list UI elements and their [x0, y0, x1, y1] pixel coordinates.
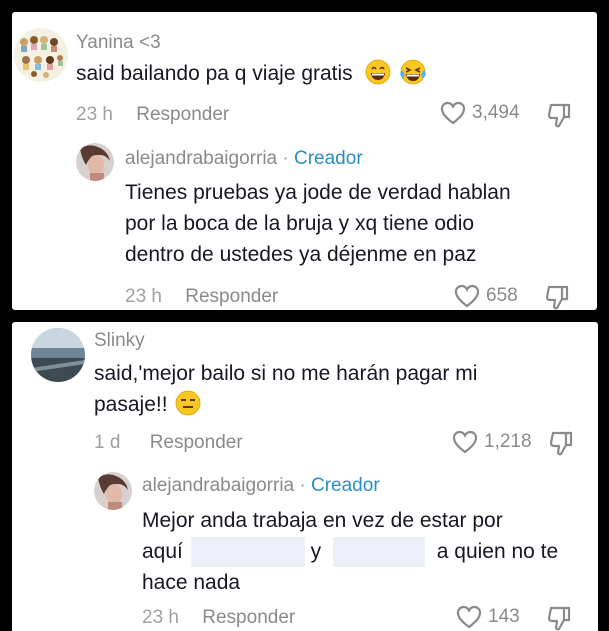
heart-outline-icon [452, 430, 478, 454]
reply-time: 23 h [142, 607, 179, 628]
reply-text-segment: aquí [142, 540, 183, 563]
heart-outline-icon [440, 101, 466, 125]
comment-time: 23 h [76, 104, 113, 125]
heart-outline-icon [454, 284, 480, 308]
comment-text: said bailando pa q viaje gratis [76, 58, 427, 94]
dislike-button[interactable] [547, 606, 572, 631]
thumbs-down-icon [549, 431, 573, 456]
reply-button[interactable]: Responder [136, 104, 229, 126]
comment-card-2: Slinky said,'mejor bailo si no me harán … [12, 322, 598, 631]
reply-text-line: Tienes pruebas ya jode de verdad hablan [125, 181, 511, 204]
avatar[interactable] [76, 143, 114, 181]
thumbs-down-icon [547, 103, 571, 128]
thumbs-down-icon [545, 285, 569, 310]
comment-text-line: said,'mejor bailo si no me harán pagar m… [94, 362, 478, 385]
reply-username[interactable]: alejandrabaigorria · Creador [125, 148, 363, 170]
comment-text-line: pasaje!! [94, 389, 477, 425]
reply-username[interactable]: alejandrabaigorria · Creador [142, 475, 380, 497]
reply-button[interactable]: Responder [185, 286, 278, 308]
reply-username-text: alejandrabaigorria [125, 148, 278, 169]
reply-text-line: hace nada [142, 571, 241, 595]
comment-card-1: Yanina <3 said bailando pa q viaje grati… [12, 12, 597, 310]
creator-badge: Creador [311, 475, 380, 496]
dislike-button[interactable] [549, 431, 574, 462]
dislike-button[interactable] [545, 285, 570, 310]
avatar[interactable] [14, 28, 68, 82]
like-button[interactable]: 658 [454, 284, 518, 308]
reply-time: 23 h [125, 286, 162, 307]
reply-text-line: dentro de ustedes ya déjenme en paz [125, 243, 477, 266]
reply-button[interactable]: Responder [150, 432, 243, 454]
redaction-block [190, 537, 305, 568]
like-count: 3,494 [472, 102, 520, 123]
like-count: 658 [486, 285, 518, 306]
reply-button[interactable]: Responder [202, 607, 295, 629]
comment-username[interactable]: Slinky [94, 330, 145, 352]
like-count: 1,218 [484, 431, 532, 452]
creator-badge: Creador [294, 148, 363, 169]
dislike-button[interactable] [547, 103, 572, 134]
thumbs-down-icon [547, 606, 571, 631]
reply-username-text: alejandrabaigorria [142, 475, 295, 496]
reply-text: Mejor anda trabaja en vez de estar por a… [142, 505, 558, 598]
expressionless-face-emoji [175, 390, 201, 425]
comment-text-body: said bailando pa q viaje gratis [76, 62, 353, 85]
comment-text: said,'mejor bailo si no me harán pagar m… [94, 358, 477, 425]
comment-time: 1 d [94, 432, 121, 453]
like-count: 143 [488, 606, 520, 627]
redaction-block [332, 537, 425, 568]
reply-meta: 23 h Responder [142, 607, 295, 629]
comment-meta: 23 h Responder [76, 104, 229, 126]
comment-meta: 1 d Responder [94, 432, 243, 454]
reply-text: Tienes pruebas ya jode de verdad hablan … [125, 177, 511, 270]
avatar[interactable] [94, 472, 132, 510]
reply-meta: 23 h Responder [125, 286, 278, 308]
comment-username[interactable]: Yanina <3 [76, 32, 161, 54]
reply-text-line: aquí y a quien no te [142, 536, 559, 568]
separator: · [299, 475, 306, 496]
reply-text-line: por la boca de la bruja y xq tiene odio [125, 212, 475, 235]
like-button[interactable]: 1,218 [452, 430, 532, 454]
separator: · [282, 148, 289, 169]
avatar[interactable] [31, 328, 85, 382]
like-button[interactable]: 143 [456, 605, 520, 629]
laughing-tears-emoji [399, 59, 427, 94]
reply-text-segment: y [310, 540, 322, 563]
reply-text-segment: a quien no te [436, 540, 559, 563]
comment-text-tail: pasaje!! [94, 393, 168, 416]
like-button[interactable]: 3,494 [440, 101, 520, 125]
grinning-face-emoji [365, 59, 391, 94]
heart-outline-icon [456, 605, 482, 629]
reply-text-line: Mejor anda trabaja en vez de estar por [142, 509, 503, 532]
